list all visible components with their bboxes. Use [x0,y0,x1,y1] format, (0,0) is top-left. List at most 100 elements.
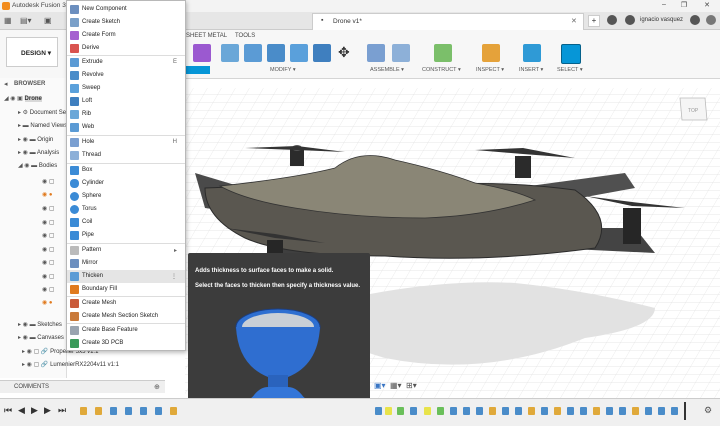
browser-item-named-views[interactable]: ▸ ▬ Named Views [18,122,67,133]
menu-item-box[interactable]: Box [67,164,185,177]
group-construct[interactable]: CONSTRUCT ▾ [422,67,461,73]
timeline-feature[interactable] [437,407,444,415]
menu-item-pipe[interactable]: Pipe [67,229,185,242]
body-icon[interactable]: ◉ ● [42,299,53,306]
menu-item-sweep[interactable]: Sweep [67,82,185,95]
menu-item-derive[interactable]: Derive [67,42,185,55]
shell-icon[interactable] [290,44,308,62]
menu-item-revolve[interactable]: Revolve [67,69,185,82]
timeline-feature[interactable] [125,407,132,415]
press-pull-icon[interactable] [221,44,239,62]
timeline-feature[interactable] [515,407,522,415]
move-icon[interactable]: ✥ [338,44,350,61]
visibility-icon[interactable]: ◉ ▢ [42,273,55,280]
timeline-feature[interactable] [645,407,652,415]
chamfer-icon[interactable] [267,44,285,62]
step-back-icon[interactable]: ◀ [18,405,25,416]
visibility-icon[interactable]: ◉ ▢ [42,286,55,293]
visibility-icon[interactable]: ◉ ▢ [42,205,55,212]
menu-item-create-mesh-section-sketch[interactable]: Create Mesh Section Sketch [67,310,185,323]
timeline-settings-icon[interactable]: ⚙ [704,405,712,416]
close-tab-icon[interactable]: ✕ [571,17,577,25]
menu-item-create-base-feature[interactable]: Create Base Feature [67,324,185,337]
browser-item-sketches[interactable]: ▸ ◉ ▬ Sketches [18,321,62,332]
display-settings-icon[interactable]: ▣▾ [374,381,386,390]
timeline-feature[interactable] [95,407,102,415]
menu-item-extrude[interactable]: Extrude E [67,56,185,69]
combine-icon[interactable] [313,44,331,62]
maximize-icon[interactable]: ❐ [675,1,693,9]
insert-image-icon[interactable] [523,44,541,62]
timeline-feature[interactable] [424,407,431,415]
tab-tools[interactable]: TOOLS [235,33,255,39]
select-icon[interactable] [561,44,581,64]
menu-item-web[interactable]: Web [67,121,185,134]
grid-settings-icon[interactable]: ▦▾ [390,381,402,390]
collapse-icon[interactable]: ◂ [4,80,8,88]
tab-document[interactable]: ▪ Drone v1* ✕ [312,13,584,30]
timeline-feature[interactable] [632,407,639,415]
group-inspect[interactable]: INSPECT ▾ [476,67,504,73]
body-icon[interactable]: ◉ ● [42,191,53,198]
menu-item-loft[interactable]: Loft [67,95,185,108]
minimize-icon[interactable]: – [655,1,673,8]
menu-item-new-component[interactable]: New Component [67,3,185,16]
menu-item-thread[interactable]: Thread [67,149,185,162]
timeline-feature[interactable] [140,407,147,415]
timeline-feature[interactable] [410,407,417,415]
notifications-icon[interactable] [706,15,716,25]
menu-item-create-3d-pcb[interactable]: Create 3D PCB [67,337,185,350]
menu-item-thicken[interactable]: Thicken ⋮ [67,270,185,283]
timeline-feature[interactable] [671,407,678,415]
timeline-feature[interactable] [619,407,626,415]
visibility-icon[interactable]: ◉ ▢ [42,259,55,266]
user-name[interactable]: ignacio vasquez [640,17,683,23]
menu-item-rib[interactable]: Rib [67,108,185,121]
timeline-feature[interactable] [110,407,117,415]
timeline-feature[interactable] [658,407,665,415]
timeline-feature[interactable] [541,407,548,415]
timeline-feature[interactable] [593,407,600,415]
new-component-icon[interactable] [367,44,385,62]
play-icon[interactable]: ▶ [31,405,38,416]
visibility-icon[interactable]: ◉ ▢ [42,246,55,253]
browser-item-analysis[interactable]: ▸ ◉ ▬ Analysis [18,149,59,160]
browser-item-origin[interactable]: ▸ ◉ ▬ Origin [18,136,53,147]
menu-item-coil[interactable]: Coil [67,216,185,229]
timeline-feature[interactable] [80,407,87,415]
timeline-feature[interactable] [554,407,561,415]
timeline-feature[interactable] [567,407,574,415]
menu-item-torus[interactable]: Torus [67,203,185,216]
new-tab-icon[interactable]: + [588,15,600,27]
menu-item-cylinder[interactable]: Cylinder [67,177,185,190]
timeline-marker[interactable] [684,402,686,420]
menu-item-create-mesh[interactable]: Create Mesh [67,297,185,310]
group-select[interactable]: SELECT ▾ [557,67,583,73]
menu-item-hole[interactable]: Hole H [67,136,185,149]
browser-item-bodies[interactable]: ◢ ◉ ▬ Bodies [18,162,57,173]
menu-item-sphere[interactable]: Sphere [67,190,185,203]
menu-item-boundary-fill[interactable]: Boundary Fill [67,283,185,296]
group-modify[interactable]: MODIFY ▾ [270,67,296,73]
timeline-feature[interactable] [489,407,496,415]
browser-item-canvases[interactable]: ▸ ◉ ▬ Canvases [18,334,64,345]
visibility-icon[interactable]: ◉ ▢ [42,232,55,239]
timeline-feature[interactable] [502,407,509,415]
visibility-icon[interactable]: ◉ ▢ [42,219,55,226]
group-insert[interactable]: INSERT ▾ [519,67,543,73]
timeline-feature[interactable] [606,407,613,415]
browser-item-motor[interactable]: ▸ ◉ ▢ 🔗 LumenierRX2204v11 v1:1 [22,361,152,372]
timeline-feature[interactable] [155,407,162,415]
grid-menu-icon[interactable]: ▦ [4,16,12,25]
create-form-icon[interactable] [193,44,211,62]
timeline-feature[interactable] [375,407,382,415]
timeline-feature[interactable] [528,407,535,415]
offset-plane-icon[interactable] [434,44,452,62]
step-forward-icon[interactable]: ▶ [44,405,51,416]
go-to-end-icon[interactable]: ⏭ [58,405,66,416]
menu-item-create-sketch[interactable]: Create Sketch [67,16,185,29]
file-menu-icon[interactable]: ▤▾ [20,16,32,25]
comments-panel[interactable]: COMMENTS ⊕ [0,380,165,393]
timeline-feature[interactable] [476,407,483,415]
group-assemble[interactable]: ASSEMBLE ▾ [370,67,404,73]
